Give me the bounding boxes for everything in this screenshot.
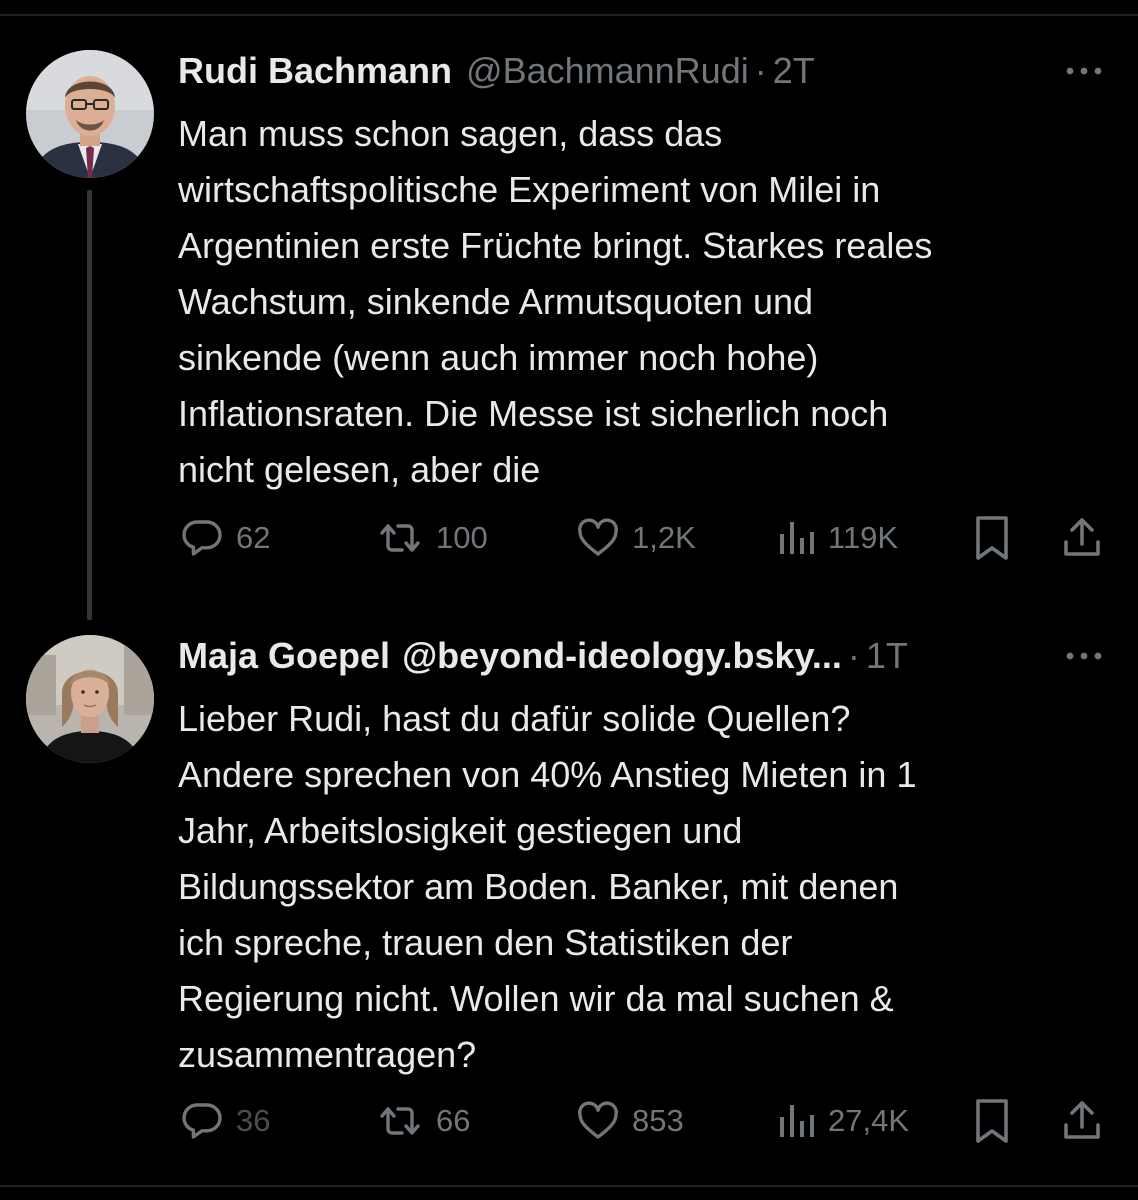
views-button[interactable]: 119K — [774, 510, 898, 566]
share-button[interactable] — [1058, 510, 1106, 566]
bookmark-button[interactable] — [968, 1093, 1016, 1149]
view-count: 119K — [828, 520, 899, 555]
retweet-arrows-icon — [380, 524, 420, 552]
tweet-text: Man muss schon sagen, dass das wirtschaf… — [178, 113, 933, 490]
bookmark-button[interactable] — [968, 510, 1016, 566]
tweet-maja-goepel[interactable]: Maja Goepel @beyond-ideology.bsky... · 1… — [0, 615, 1138, 1175]
bar-chart-icon — [780, 1105, 814, 1137]
repost-button[interactable]: 100 — [374, 510, 488, 566]
like-button[interactable]: 1,2K — [574, 510, 696, 566]
bookmark-icon — [976, 516, 1008, 560]
heart-icon — [578, 1101, 618, 1139]
repost-count: 66 — [436, 1103, 471, 1138]
separator-dot: · — [754, 50, 767, 91]
three-dots-icon — [1066, 652, 1102, 660]
user-handle[interactable]: @beyond-ideology.bsky... — [402, 635, 842, 677]
views-button[interactable]: 27,4K — [774, 1093, 909, 1149]
upload-arrow-icon — [1064, 518, 1100, 556]
heart-icon — [578, 518, 618, 556]
more-options-button[interactable] — [1060, 54, 1108, 88]
avatar[interactable] — [26, 635, 154, 763]
speech-bubble-icon — [182, 1103, 222, 1139]
thread-connector-line — [87, 190, 92, 620]
reply-button[interactable]: 62 — [178, 510, 270, 566]
user-handle[interactable]: @BachmannRudi — [466, 50, 749, 92]
tweet-text: Lieber Rudi, hast du dafür solide Quelle… — [178, 698, 917, 1075]
timestamp[interactable]: 2T — [773, 50, 815, 92]
reply-count: 36 — [236, 1103, 271, 1138]
tweet-header: Maja Goepel @beyond-ideology.bsky... · 1… — [178, 633, 1108, 679]
bookmark-icon — [976, 1099, 1008, 1143]
three-dots-icon — [1066, 67, 1102, 75]
retweet-arrows-icon — [380, 1107, 420, 1135]
top-divider — [0, 14, 1138, 16]
share-button[interactable] — [1058, 1093, 1106, 1149]
repost-button[interactable]: 66 — [374, 1093, 470, 1149]
more-options-button[interactable] — [1060, 639, 1108, 673]
action-bar: 36 66 853 27,4K — [178, 1093, 1108, 1149]
display-name[interactable]: Rudi Bachmann — [178, 50, 452, 92]
like-count: 853 — [632, 1103, 684, 1138]
reply-button[interactable]: 36 — [178, 1093, 270, 1149]
display-name[interactable]: Maja Goepel — [178, 635, 390, 677]
tweet-header: Rudi Bachmann @BachmannRudi · 2T — [178, 48, 1108, 94]
speech-bubble-icon — [182, 520, 222, 556]
action-bar: 62 100 1,2K 119K — [178, 510, 1108, 566]
separator-dot: · — [847, 635, 860, 676]
bottom-divider — [0, 1185, 1138, 1187]
repost-count: 100 — [436, 520, 488, 555]
tweet-rudi-bachmann[interactable]: Rudi Bachmann @BachmannRudi · 2T Man mus… — [0, 30, 1138, 620]
bar-chart-icon — [780, 522, 814, 554]
upload-arrow-icon — [1064, 1101, 1100, 1139]
like-count: 1,2K — [632, 520, 696, 555]
view-count: 27,4K — [828, 1103, 910, 1138]
like-button[interactable]: 853 — [574, 1093, 684, 1149]
reply-count: 62 — [236, 520, 271, 555]
avatar[interactable] — [26, 50, 154, 178]
timestamp[interactable]: 1T — [866, 635, 908, 677]
